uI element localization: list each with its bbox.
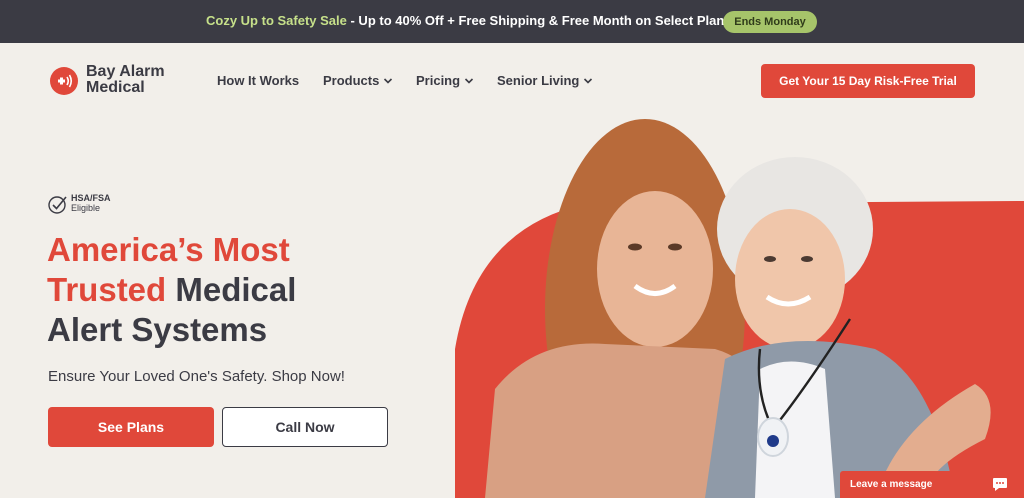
hsa-fsa-badge: HSA/FSA Eligible <box>47 193 147 217</box>
promo-ends-badge[interactable]: Ends Monday <box>723 11 817 33</box>
chat-label: Leave a message <box>850 479 933 490</box>
brand-logo[interactable]: Bay Alarm Medical <box>86 64 165 96</box>
headline-line-3: Alert Systems <box>47 311 268 348</box>
nav-label: Pricing <box>416 73 461 88</box>
nav-label: How It Works <box>217 73 300 88</box>
promo-highlight: Cozy Up to Safety Sale <box>206 13 347 28</box>
free-trial-button[interactable]: Get Your 15 Day Risk-Free Trial <box>761 64 975 98</box>
nav-senior-living[interactable]: Senior Living <box>497 73 593 88</box>
hsa-line-2: Eligible <box>71 203 101 213</box>
brand-line-1: Bay Alarm <box>86 63 165 80</box>
promo-details: - Up to 40% Off + Free Shipping & Free M… <box>346 13 732 28</box>
leave-message-widget[interactable]: Leave a message <box>840 471 1016 498</box>
nav-products[interactable]: Products <box>323 73 393 88</box>
headline-line-1: America’s Most <box>47 231 290 268</box>
hsa-line-1: HSA/FSA <box>71 193 111 203</box>
hero-photo <box>455 119 1024 498</box>
promo-bar: Cozy Up to Safety Sale - Up to 40% Off +… <box>0 0 1024 43</box>
site-header: Bay Alarm Medical How It Works Products … <box>0 43 1024 119</box>
chevron-down-icon <box>465 77 474 84</box>
brand-line-2: Medical <box>86 79 145 96</box>
nav-label: Products <box>323 73 380 88</box>
headline-line-2-red: Trusted <box>47 271 167 308</box>
hero-headline: America’s Most Trusted Medical Alert Sys… <box>47 230 296 350</box>
headline-line-2-dark: Medical <box>166 271 297 308</box>
hero-subhead: Ensure Your Loved One's Safety. Shop Now… <box>48 368 345 385</box>
chevron-down-icon <box>384 77 393 84</box>
nav-pricing[interactable]: Pricing <box>416 73 474 88</box>
call-now-button[interactable]: Call Now <box>222 407 388 447</box>
chevron-down-icon <box>584 77 593 84</box>
chat-bubble-icon <box>993 478 1007 491</box>
nav-label: Senior Living <box>497 73 580 88</box>
promo-text: Cozy Up to Safety Sale - Up to 40% Off +… <box>206 13 732 28</box>
nav-how-it-works[interactable]: How It Works <box>217 73 299 88</box>
see-plans-button[interactable]: See Plans <box>48 407 214 447</box>
alarm-signal-icon[interactable] <box>50 67 78 95</box>
hsa-fsa-text: HSA/FSA Eligible <box>71 193 111 213</box>
checkmark-circle-icon <box>48 196 67 214</box>
